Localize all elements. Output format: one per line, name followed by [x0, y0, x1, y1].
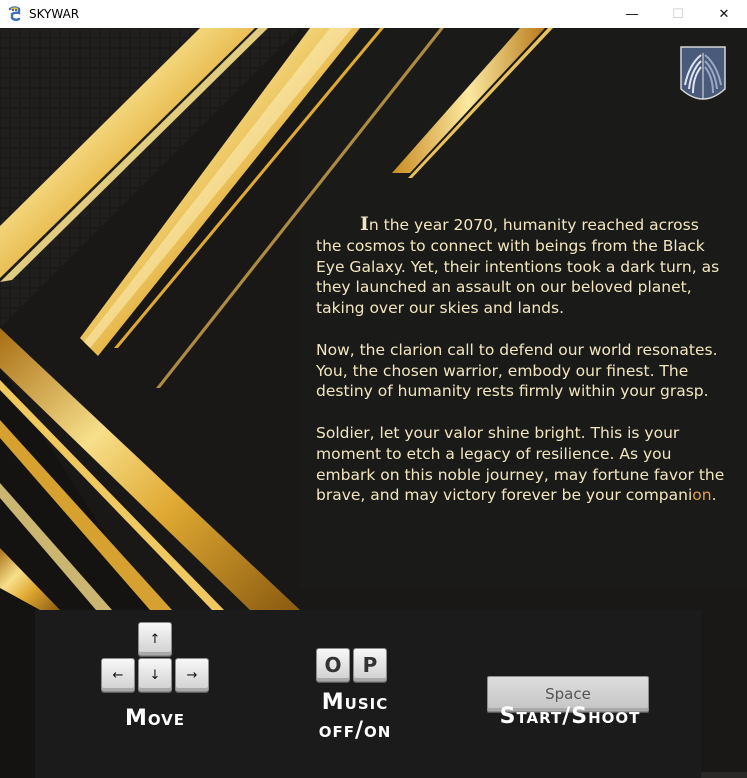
- arrow-down-key: ↓: [138, 658, 172, 692]
- pygame-snake-icon: [8, 6, 21, 21]
- start-shoot-label: Start/Shoot: [499, 704, 641, 729]
- story-paragraph-1: In the year 2070, humanity reached acros…: [316, 213, 720, 318]
- music-label: Music: [321, 690, 389, 715]
- close-button[interactable]: ✕: [701, 0, 747, 28]
- title-bar[interactable]: SKYWAR — ☐ ✕: [0, 0, 747, 28]
- drop-cap: I: [360, 213, 369, 235]
- minimize-button[interactable]: —: [609, 0, 655, 28]
- arrow-left-key: ←: [101, 658, 135, 692]
- story-paragraph-3: Soldier, let your valor shine bright. Th…: [316, 423, 725, 505]
- music-toggle-label: off/on: [318, 718, 392, 743]
- story-text: In the year 2070, humanity reached acros…: [316, 214, 726, 527]
- window-title: SKYWAR: [29, 7, 80, 21]
- game-window: SKYWAR — ☐ ✕ In the year 2070, humanity …: [0, 0, 747, 778]
- o-key: O: [316, 648, 350, 682]
- highlighted-text: on: [692, 486, 712, 505]
- arrow-up-key: ↑: [138, 622, 172, 656]
- p-key: P: [353, 648, 387, 682]
- maximize-button[interactable]: ☐: [655, 0, 701, 28]
- game-canvas[interactable]: In the year 2070, humanity reached acros…: [0, 28, 747, 778]
- move-label: Move: [124, 706, 186, 731]
- controls-panel: ↑ ← ↓ → Move O P Music off/on Space Star…: [35, 610, 701, 778]
- window-controls: — ☐ ✕: [609, 0, 747, 28]
- arrow-right-key: →: [175, 658, 209, 692]
- wings-of-freedom-emblem: [680, 46, 726, 100]
- story-paragraph-2: Now, the clarion call to defend our worl…: [316, 340, 718, 401]
